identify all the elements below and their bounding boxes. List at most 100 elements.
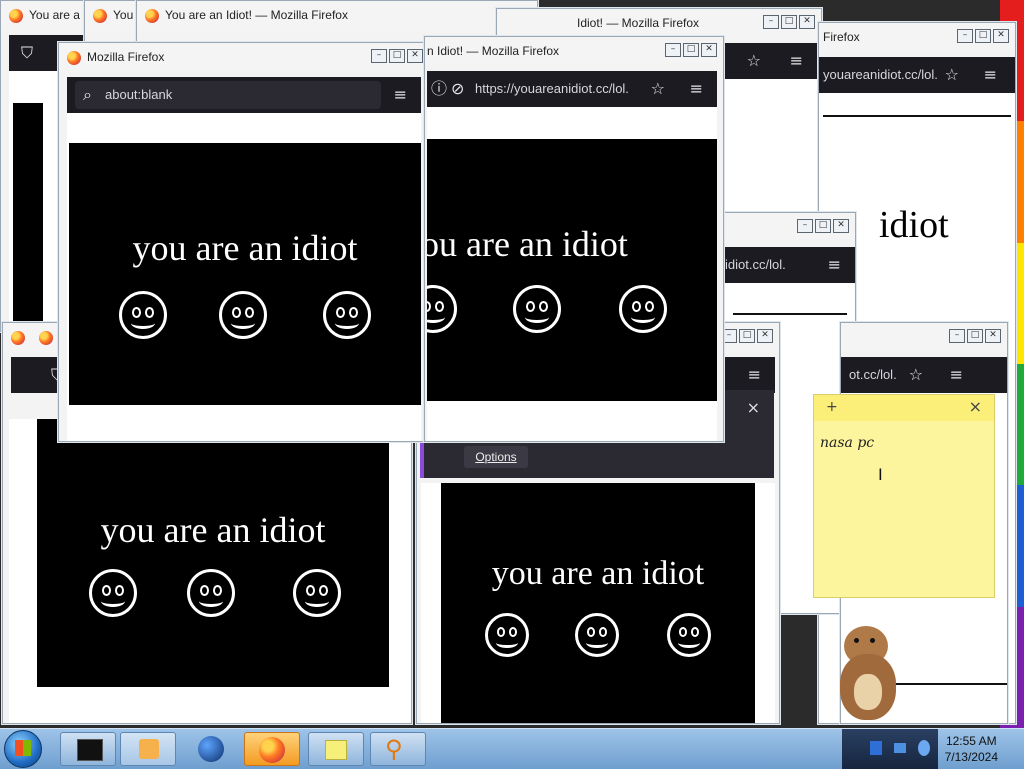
maximize-button[interactable]: □ — [389, 49, 405, 63]
smiley-icon — [89, 569, 137, 617]
tray-network-icon[interactable] — [870, 741, 882, 755]
smiley-icon — [575, 613, 619, 657]
taskbar-terminal[interactable] — [60, 732, 116, 766]
menu-icon[interactable]: ≡ — [394, 87, 407, 103]
message-text: ou are an idiot — [427, 224, 628, 264]
maximize-button[interactable]: □ — [975, 29, 991, 43]
smiley-icon — [667, 613, 711, 657]
sticky-notes-icon — [325, 740, 347, 760]
message-text: you are an idiot — [491, 555, 705, 592]
window-title: Firefox — [823, 30, 860, 44]
window-title: Idiot! — Mozilla Firefox — [577, 16, 700, 30]
sticky-note-text[interactable]: nasa pc — [820, 435, 874, 451]
firefox-icon — [11, 331, 25, 345]
smiley-icon — [485, 613, 529, 657]
sticky-note[interactable]: + × nasa pc I — [813, 394, 995, 598]
clock-time: 12:55 AM — [945, 734, 997, 748]
magnifier-icon: ⚲ — [385, 735, 403, 763]
maximize-button[interactable]: □ — [815, 219, 831, 233]
minimize-button[interactable]: – — [763, 15, 779, 29]
close-button[interactable]: ✕ — [407, 49, 423, 63]
close-note-button[interactable]: × — [969, 397, 982, 416]
smiley-icon — [187, 569, 235, 617]
minimize-button[interactable]: – — [797, 219, 813, 233]
hamster-character — [830, 616, 906, 726]
window-title: n Idiot! — Mozilla Firefox — [427, 44, 560, 58]
maximize-button[interactable]: □ — [967, 329, 983, 343]
firefox-icon — [9, 9, 23, 23]
menu-icon[interactable]: ≡ — [828, 257, 841, 273]
window-title: You are an Idiot! — Mozilla Firefox — [165, 8, 348, 22]
menu-icon[interactable]: ≡ — [950, 367, 963, 383]
tracking-protection-icon[interactable]: ⊘ — [451, 81, 464, 97]
window-controls[interactable]: – □ ✕ — [797, 219, 849, 233]
tray-volume-icon[interactable] — [918, 740, 930, 756]
globe-icon — [198, 736, 224, 762]
star-icon[interactable]: ☆ — [747, 53, 761, 69]
close-button[interactable]: ✕ — [833, 219, 849, 233]
window-title: You are a — [29, 8, 80, 22]
smiley-icon — [513, 285, 561, 333]
maximize-button[interactable]: □ — [781, 15, 797, 29]
options-button[interactable]: Options — [464, 446, 528, 468]
smiley-icon — [219, 291, 267, 339]
shield-icon[interactable]: ⛉ — [21, 45, 33, 61]
star-icon[interactable]: ☆ — [945, 67, 959, 83]
close-button[interactable]: ✕ — [757, 329, 773, 343]
url-bar[interactable]: idiot.cc/lol. — [725, 251, 805, 279]
window-controls[interactable]: – □ ✕ — [371, 49, 423, 63]
menu-icon[interactable]: ≡ — [790, 53, 803, 69]
message-text: you are an idiot — [132, 228, 358, 268]
firefox-icon — [145, 9, 159, 23]
clock-date: 7/13/2024 — [944, 750, 998, 764]
firefox-window-about-blank[interactable]: Mozilla Firefox – □ ✕ about:blank ⌕ ≡ you … — [58, 42, 430, 442]
menu-icon[interactable]: ≡ — [690, 81, 703, 97]
firefox-icon — [39, 331, 53, 345]
window-controls[interactable]: – □ ✕ — [957, 29, 1009, 43]
media-player-icon — [139, 739, 159, 759]
minimize-button[interactable]: – — [949, 329, 965, 343]
taskbar-search[interactable]: ⚲ — [370, 732, 426, 766]
taskbar: ⚲ 12:55 AM 7/13/2024 — [0, 728, 1024, 769]
url-bar[interactable]: about:blank — [75, 81, 381, 109]
start-button[interactable] — [4, 730, 42, 768]
firefox-icon — [93, 9, 107, 23]
window-controls[interactable]: – □ ✕ — [949, 329, 1001, 343]
window-controls[interactable]: – □ ✕ — [721, 329, 773, 343]
taskbar-media-player[interactable] — [120, 732, 176, 766]
close-button[interactable]: ✕ — [701, 43, 717, 57]
close-button[interactable]: ✕ — [985, 329, 1001, 343]
message-text: you are an idiot — [100, 510, 326, 550]
clock[interactable]: 12:55 AM 7/13/2024 — [945, 733, 998, 765]
tray-display-icon[interactable] — [894, 743, 906, 753]
window-title: Mozilla Firefox — [87, 50, 165, 64]
taskbar-firefox[interactable] — [244, 732, 300, 766]
window-controls[interactable]: – □ ✕ — [763, 15, 815, 29]
windows-logo-icon — [15, 740, 31, 756]
smiley-icon — [619, 285, 667, 333]
star-icon[interactable]: ☆ — [909, 367, 923, 383]
firefox-window-youareanidiot[interactable]: n Idiot! — Mozilla Firefox – □ ✕ https://y… — [424, 36, 724, 442]
sticky-note-header: + × — [814, 395, 994, 421]
close-button[interactable]: ✕ — [993, 29, 1009, 43]
maximize-button[interactable]: □ — [739, 329, 755, 343]
maximize-button[interactable]: □ — [683, 43, 699, 57]
window-controls[interactable]: – □ ✕ — [665, 43, 717, 57]
minimize-button[interactable]: – — [371, 49, 387, 63]
smiley-icon — [323, 291, 371, 339]
url-bar[interactable]: youareanidiot.cc/lol. — [819, 61, 945, 89]
minimize-button[interactable]: – — [665, 43, 681, 57]
page-info-icon[interactable]: ⓘ — [431, 81, 447, 97]
menu-icon[interactable]: ≡ — [748, 367, 761, 383]
notification-close-button[interactable]: × — [747, 398, 760, 417]
minimize-button[interactable]: – — [957, 29, 973, 43]
taskbar-sticky-notes[interactable] — [308, 732, 364, 766]
url-bar[interactable]: ot.cc/lol. — [841, 361, 941, 389]
close-button[interactable]: ✕ — [799, 15, 815, 29]
window-title: You — [113, 8, 134, 22]
search-icon: ⌕ — [83, 85, 92, 104]
menu-icon[interactable]: ≡ — [984, 67, 997, 83]
add-note-button[interactable]: + — [826, 399, 838, 415]
star-icon[interactable]: ☆ — [651, 81, 665, 97]
taskbar-app-globe[interactable] — [184, 732, 240, 766]
